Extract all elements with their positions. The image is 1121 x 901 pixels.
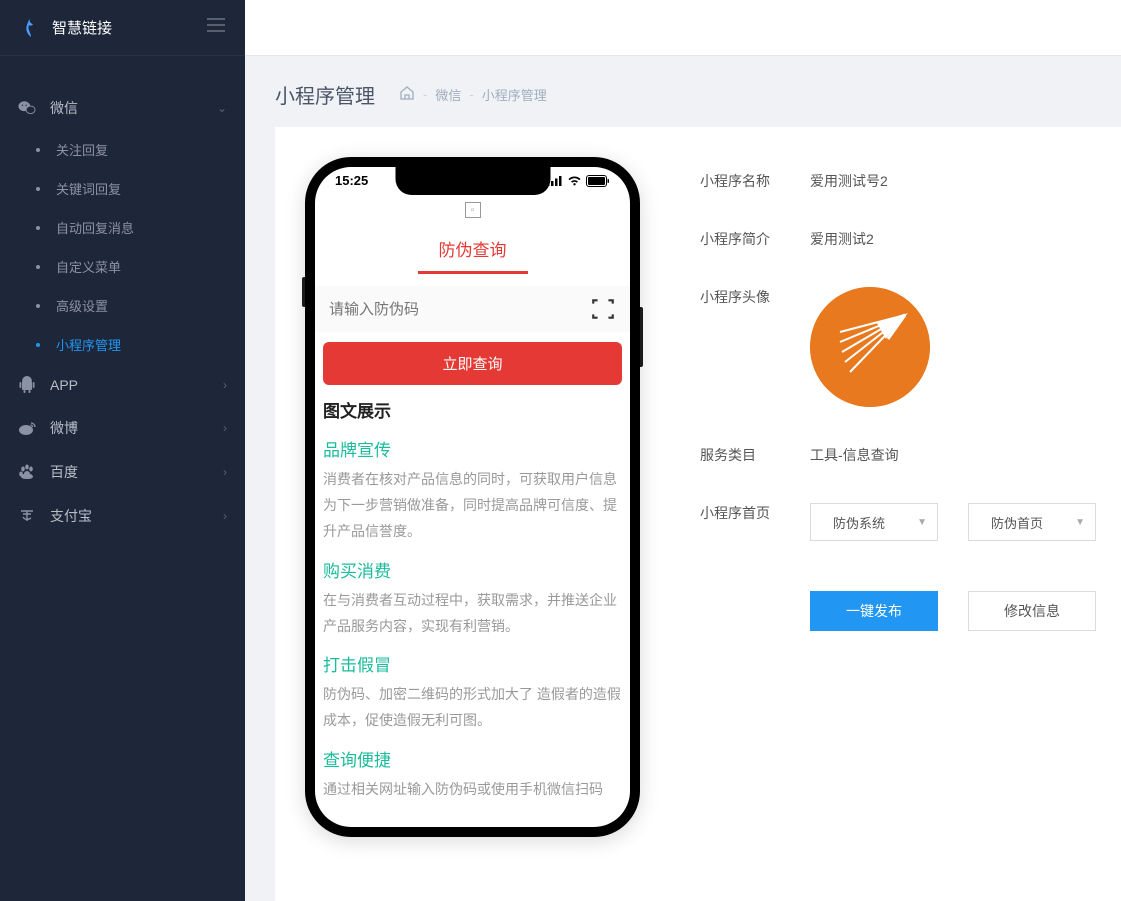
sub-advanced[interactable]: 高级设置 <box>0 286 245 325</box>
dropdown-icon: ▼ <box>917 517 927 528</box>
logo[interactable]: 智慧链接 <box>18 16 112 40</box>
query-button[interactable]: 立即查询 <box>323 342 622 385</box>
block-text-0: 消费者在核对产品信息的同时，可获取用户信息为下一步营销做准备，同时提高品牌可信度… <box>315 465 630 549</box>
chevron-right-icon: › <box>223 378 227 392</box>
select-page[interactable]: 防伪首页 ▼ <box>968 503 1096 541</box>
wifi-icon <box>567 175 582 186</box>
nav-baidu-label: 百度 <box>50 462 78 482</box>
chevron-down-icon: ⌄ <box>217 101 227 115</box>
dropdown-icon: ▼ <box>1075 517 1085 528</box>
phone-tab-title: 防伪查询 <box>315 228 630 271</box>
scan-icon[interactable] <box>590 296 616 322</box>
label-intro: 小程序简介 <box>700 229 810 249</box>
topbar <box>245 0 1121 56</box>
label-home: 小程序首页 <box>700 503 810 541</box>
alipay-icon <box>18 507 36 525</box>
home-icon[interactable] <box>399 85 415 104</box>
breadcrumb: 小程序管理 - 微信 - 小程序管理 <box>245 56 1121 127</box>
sidebar: 智慧链接 微信 ⌄ 关注回复 关键词回复 自动回复消息 自定义菜单 高级设置 小… <box>0 0 245 901</box>
nav-app-label: APP <box>50 377 78 393</box>
label-category: 服务类目 <box>700 445 810 465</box>
label-avatar: 小程序头像 <box>700 287 810 407</box>
hamburger-icon[interactable] <box>205 17 227 38</box>
logo-icon <box>18 16 42 40</box>
phone-preview: 15:25 ▫ 防伪查询 <box>305 157 640 837</box>
block-text-3: 通过相关网址输入防伪码或使用手机微信扫码 <box>315 775 630 807</box>
nav-baidu[interactable]: 百度 › <box>0 450 245 494</box>
crumb-wechat[interactable]: 微信 <box>435 85 461 104</box>
block-title-2: 打击假冒 <box>315 643 630 680</box>
content-panel: 15:25 ▫ 防伪查询 <box>275 127 1121 901</box>
label-name: 小程序名称 <box>700 171 810 191</box>
block-text-2: 防伪码、加密二维码的形式加大了 造假者的造假成本，促使造假无利可图。 <box>315 680 630 738</box>
avatar <box>810 287 930 407</box>
form-area: 小程序名称 爱用测试号2 小程序简介 爱用测试2 小程序头像 <box>700 157 1101 871</box>
sub-auto-reply[interactable]: 自动回复消息 <box>0 208 245 247</box>
crumb-miniapp: 小程序管理 <box>482 85 547 104</box>
chevron-right-icon: › <box>223 465 227 479</box>
baidu-icon <box>18 463 36 481</box>
sidebar-header: 智慧链接 <box>0 0 245 56</box>
anticounterfeit-input[interactable] <box>329 301 590 318</box>
nav-alipay-label: 支付宝 <box>50 506 92 526</box>
value-intro: 爱用测试2 <box>810 229 874 249</box>
select-system[interactable]: 防伪系统 ▼ <box>810 503 938 541</box>
phone-time: 15:25 <box>335 173 368 188</box>
chevron-right-icon: › <box>223 509 227 523</box>
nav-wechat-label: 微信 <box>50 98 78 118</box>
android-icon <box>18 376 36 394</box>
block-title-3: 查询便捷 <box>315 738 630 775</box>
nav-alipay[interactable]: 支付宝 › <box>0 494 245 538</box>
phone-section-head: 图文展示 <box>315 385 630 428</box>
page-title: 小程序管理 <box>275 80 375 109</box>
weibo-icon <box>18 419 36 437</box>
brand-text: 智慧链接 <box>52 17 112 38</box>
block-title-0: 品牌宣传 <box>315 428 630 465</box>
block-title-1: 购买消费 <box>315 549 630 586</box>
broken-image-icon: ▫ <box>465 202 481 218</box>
main-content: 小程序管理 - 微信 - 小程序管理 15:25 <box>245 0 1121 901</box>
value-category: 工具-信息查询 <box>810 445 899 465</box>
sub-miniapp[interactable]: 小程序管理 <box>0 325 245 364</box>
nav-app[interactable]: APP › <box>0 364 245 406</box>
nav-weibo-label: 微博 <box>50 418 78 438</box>
value-name: 爱用测试号2 <box>810 171 888 191</box>
sub-follow-reply[interactable]: 关注回复 <box>0 130 245 169</box>
chevron-right-icon: › <box>223 421 227 435</box>
block-text-1: 在与消费者互动过程中，获取需求，并推送企业产品服务内容，实现有利营销。 <box>315 586 630 644</box>
sub-keyword-reply[interactable]: 关键词回复 <box>0 169 245 208</box>
publish-button[interactable]: 一键发布 <box>810 591 938 631</box>
nav-weibo[interactable]: 微博 › <box>0 406 245 450</box>
battery-icon <box>586 175 610 187</box>
edit-button[interactable]: 修改信息 <box>968 591 1096 631</box>
nav-wechat[interactable]: 微信 ⌄ <box>0 86 245 130</box>
sub-custom-menu[interactable]: 自定义菜单 <box>0 247 245 286</box>
wechat-icon <box>18 99 36 117</box>
